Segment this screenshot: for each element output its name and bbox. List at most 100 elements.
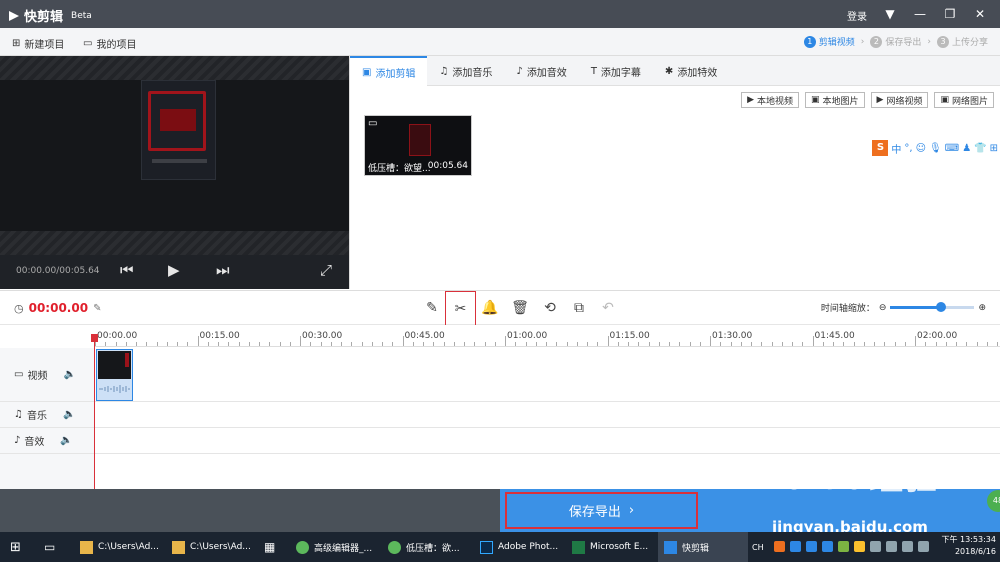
web-image-button[interactable]: ▣ 网络图片 — [934, 92, 994, 108]
microphone-icon[interactable]: 🎙 — [929, 143, 942, 154]
speaker-icon[interactable]: 🔈 — [63, 369, 75, 380]
ime-mode-label[interactable]: 中 — [891, 141, 901, 156]
timeline-zoom: 时间轴缩放： ⊖ ⊕ — [821, 301, 986, 314]
track-empty-header — [0, 454, 95, 489]
taskbar-item-excel[interactable]: Microsoft E... — [566, 532, 654, 562]
tab-add-subtitle[interactable]: T 添加字幕 — [579, 56, 653, 86]
play-icon[interactable]: ▶ — [168, 261, 180, 279]
start-button[interactable]: ⊞ — [4, 532, 27, 562]
dropdown-menu-icon[interactable]: ▼ — [879, 5, 901, 23]
close-icon[interactable]: ✕ — [969, 5, 991, 23]
undo-icon[interactable]: ↶ — [595, 295, 621, 321]
minimize-icon[interactable]: — — [909, 5, 931, 23]
ruler-tick-mark — [925, 342, 927, 346]
skin-icon[interactable]: 👕 — [974, 143, 986, 154]
taskbar-item-kuaijianji[interactable]: 快剪辑 — [658, 532, 748, 562]
ruler-tick-mark — [986, 342, 988, 346]
player-time: 00:00.00/00:05.64 — [16, 266, 100, 276]
keyboard-icon[interactable]: ⌨ — [945, 143, 959, 154]
local-image-button[interactable]: ▣ 本地图片 — [805, 92, 865, 108]
tab-add-music[interactable]: ♫ 添加音乐 — [427, 56, 504, 86]
time-ruler[interactable]: 00:00.00 00:15.00 00:30.00 00:45.00 01:00.00… — [95, 325, 1000, 347]
zoom-out-icon[interactable]: ⊖ — [879, 303, 887, 313]
taskbar-item-photoshop[interactable]: Adobe Phot... — [474, 532, 564, 562]
tab-add-effect[interactable]: ✱ 添加特效 — [653, 56, 729, 86]
ruler-tick-mark — [546, 342, 547, 346]
trash-icon[interactable]: 🗑 — [507, 295, 533, 321]
watermark-logo: Baidu经验 — [760, 458, 938, 498]
ruler-tick-mark — [966, 342, 968, 346]
tab-add-clip[interactable]: ▣ 添加剪辑 — [350, 56, 428, 86]
taskbar-item-explorer-1[interactable]: C:\Users\Ad... — [74, 532, 165, 562]
ruler-tick-mark — [781, 342, 783, 346]
step-export[interactable]: 2 保存导出 — [870, 35, 921, 48]
bell-icon[interactable]: 🔔 — [477, 295, 503, 321]
ruler-tick-mark — [617, 342, 619, 346]
app-tray-icon[interactable] — [806, 541, 817, 552]
ruler-tick-mark — [228, 342, 230, 346]
track-sfx-header: ♪ 音效 🔈 — [0, 428, 95, 454]
grid-icon[interactable]: ⊞ — [990, 143, 998, 154]
emoji-icon[interactable]: ☺ — [916, 143, 926, 154]
tab-add-sound-effect[interactable]: ♪ 添加音效 — [504, 56, 578, 86]
step-number: 2 — [870, 35, 883, 48]
track-video-body[interactable] — [95, 348, 1000, 402]
playhead-handle[interactable] — [91, 334, 98, 342]
speaker-icon[interactable]: 🔈 — [63, 409, 75, 420]
step-share[interactable]: 3 上传分享 — [936, 35, 988, 48]
taskbar-item-browser-1[interactable]: 高级编辑器_... — [290, 532, 378, 562]
zoom-slider-knob[interactable] — [935, 302, 946, 312]
ruler-tick-mark — [884, 342, 886, 346]
ruler-tick-label: 00:00.00 — [97, 331, 138, 341]
download-tray-icon[interactable] — [790, 541, 801, 552]
punctuation-icon[interactable]: °, — [904, 143, 912, 154]
copy-icon[interactable]: ⧉ — [566, 295, 592, 321]
zoom-slider[interactable] — [890, 302, 975, 312]
zoom-in-icon[interactable]: ⊕ — [978, 303, 986, 313]
app-tray-icon[interactable] — [854, 541, 865, 552]
wifi-icon[interactable] — [902, 541, 913, 552]
fullscreen-icon[interactable]: ⤢ — [320, 261, 332, 279]
user-icon[interactable]: ♟ — [962, 143, 971, 154]
my-projects-button[interactable]: ▭ 我的项目 — [83, 36, 136, 51]
clock[interactable]: 下午 13:53:34 2018/6/16 — [942, 534, 996, 558]
volume-icon[interactable] — [918, 541, 929, 552]
timeline-video-clip[interactable] — [96, 349, 133, 401]
pencil-icon[interactable]: ✎ — [93, 303, 101, 314]
next-frame-icon[interactable]: ⏭ — [216, 261, 230, 279]
taskbar-item-store[interactable]: ▦ — [258, 532, 281, 562]
web-video-button[interactable]: ▶ 网络视频 — [870, 92, 929, 108]
ruler-tick-label: 00:30.00 — [302, 331, 343, 341]
save-export-button[interactable]: 保存导出 › — [505, 492, 698, 529]
bluetooth-icon[interactable] — [870, 541, 881, 552]
ruler-tick-mark — [771, 342, 773, 346]
display-icon[interactable] — [886, 541, 897, 552]
edit-pencil-icon[interactable]: ✎ — [419, 295, 445, 321]
excel-icon — [572, 540, 585, 554]
track-label: 音乐 — [26, 411, 47, 422]
taskbar-item-browser-2[interactable]: 低压槽：欲... — [382, 532, 466, 562]
login-button[interactable]: 登录 — [847, 8, 867, 23]
sogou-icon[interactable]: S — [872, 140, 889, 156]
app-tray-icon[interactable] — [822, 541, 833, 552]
playhead[interactable] — [91, 334, 98, 489]
media-clip[interactable]: ▭ 低压槽：欲望... 00:05.64 — [364, 115, 472, 176]
security-tray-icon[interactable] — [838, 541, 849, 552]
zoom-label: 时间轴缩放： — [820, 304, 875, 314]
local-video-button[interactable]: ▶ 本地视频 — [741, 92, 799, 108]
taskbar-item-explorer-2[interactable]: C:\Users\Ad... — [166, 532, 257, 562]
track-music-body[interactable] — [95, 402, 1000, 428]
crop-icon[interactable]: ⟲ — [537, 295, 563, 321]
source-label: 本地图片 — [822, 96, 859, 107]
ruler-tick-mark — [894, 342, 896, 346]
speaker-icon[interactable]: 🔈 — [60, 435, 72, 446]
sogou-tray-icon[interactable] — [774, 541, 785, 552]
ime-indicator[interactable]: CH — [752, 532, 764, 562]
new-project-button[interactable]: ⊞ 新建项目 — [12, 36, 64, 51]
task-view-button[interactable]: ▭ — [38, 532, 61, 562]
maximize-icon[interactable]: ❐ — [939, 5, 961, 23]
video-frame — [141, 80, 216, 180]
previous-frame-icon[interactable]: ⏮ — [120, 261, 134, 279]
step-edit[interactable]: 1 剪辑视频 — [803, 35, 855, 48]
scissors-icon[interactable]: ✂ — [445, 291, 476, 326]
